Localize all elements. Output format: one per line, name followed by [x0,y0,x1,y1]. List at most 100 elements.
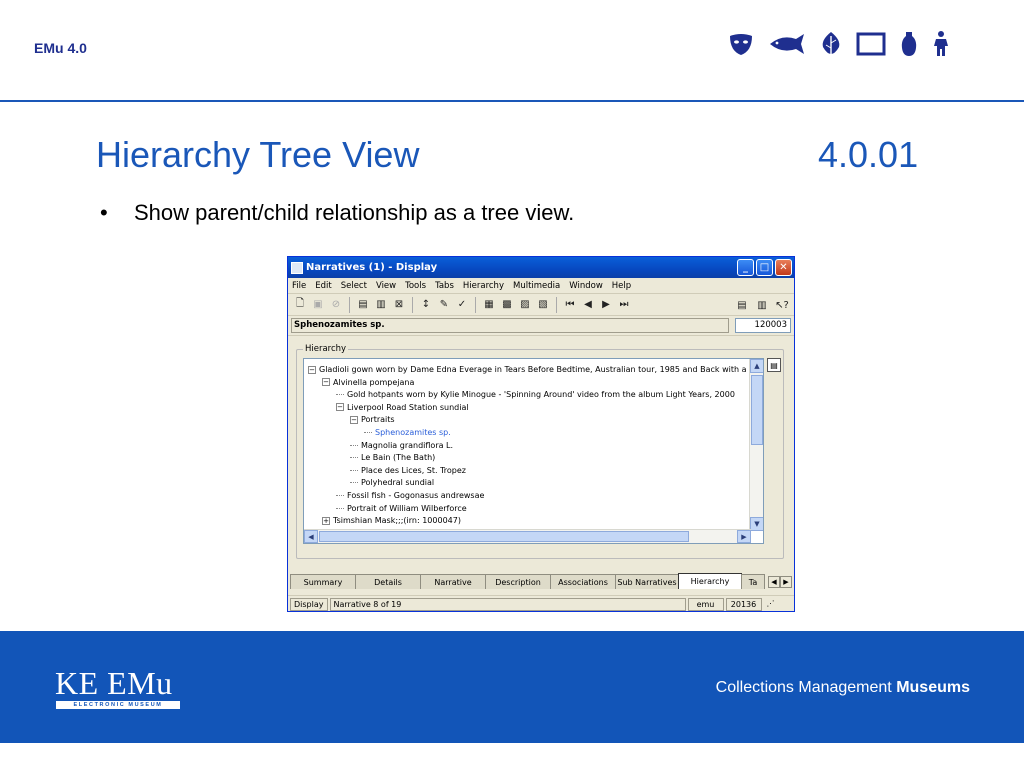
tree-connector [350,469,358,471]
bullet-point: • Show parent/child relationship as a tr… [100,200,574,226]
expand-icon[interactable]: + [322,516,330,525]
horizontal-scroll-thumb[interactable] [319,531,689,542]
status-position: Narrative 8 of 19 [329,597,686,611]
tree-node[interactable]: Fossil fish - Gogonasus andrewsae [336,489,484,502]
menu-help[interactable]: Help [612,281,631,291]
sort-icon[interactable]: ↕ [418,297,434,313]
scroll-right-icon[interactable]: ▶ [737,530,751,543]
tab-description[interactable]: Description [485,574,551,589]
hierarchy-group-label: Hierarchy [303,344,349,354]
list-view-icon[interactable]: ▩ [499,297,515,313]
header-rule [0,100,1024,102]
tree-node-label: Fossil fish - Gogonasus andrewsae [347,491,485,500]
edit-icon[interactable]: ✎ [436,297,452,313]
tab-scroll-left-icon[interactable]: ◀ [768,576,780,588]
logo-subtitle: ELECTRONIC MUSEUM [56,701,180,709]
collapse-icon[interactable]: − [308,365,316,374]
tree-node[interactable]: Sphenozamites sp. [364,426,451,439]
tab-summary[interactable]: Summary [290,574,356,589]
scroll-up-icon[interactable]: ▲ [750,359,763,373]
page-view-icon[interactable]: ▨ [517,297,533,313]
menu-tools[interactable]: Tools [405,281,426,291]
menu-tabs[interactable]: Tabs [435,281,454,291]
window-titlebar[interactable]: Narratives (1) - Display _ □ ✕ [288,257,794,278]
toolbar-separator [412,296,413,313]
vertical-scroll-thumb[interactable] [751,375,763,445]
close-button[interactable]: ✕ [775,259,792,276]
first-record-icon[interactable]: ⏮ [562,297,578,313]
tree-node[interactable]: Place des Lices, St. Tropez [350,464,466,477]
menu-multimedia[interactable]: Multimedia [513,281,560,291]
cancel-icon[interactable]: ⊘ [328,297,344,313]
maximize-button[interactable]: □ [756,259,773,276]
scroll-left-icon[interactable]: ◀ [304,530,318,543]
toolbar: 🗋 ▣ ⊘ ▤ ▥ ⊠ ↕ ✎ ✓ ▦ ▩ ▨ ▧ ⏮ ◀ ▶ ⏭ ▤ ▥ ↖? [288,294,794,316]
tab-narrative[interactable]: Narrative [420,574,486,589]
next-record-icon[interactable]: ▶ [598,297,614,313]
status-number: 20136 [725,597,762,611]
tab-associations[interactable]: Associations [550,574,616,589]
tree-node[interactable]: Le Bain (The Bath) [350,451,435,464]
new-record-icon[interactable]: 🗋 [292,297,308,313]
tab-hierarchy[interactable]: Hierarchy [678,573,742,589]
tree-node[interactable]: Magnolia grandiflora L. [350,439,453,452]
tree-node[interactable]: − Alvinella pompejana [322,376,414,389]
menu-view[interactable]: View [376,281,396,291]
toolbar-separator [556,296,557,313]
resize-grip-icon[interactable]: ⋰ [764,598,778,611]
menu-file[interactable]: File [292,281,306,291]
attach-record-icon[interactable]: ▤ [767,358,781,372]
menu-select[interactable]: Select [341,281,367,291]
tab-truncated[interactable]: Ta [741,574,765,589]
menu-hierarchy[interactable]: Hierarchy [463,281,504,291]
figure-icon [934,31,948,56]
tagline-bold: Museums [896,679,970,696]
previous-record-icon[interactable]: ◀ [580,297,596,313]
menu-edit[interactable]: Edit [315,281,331,291]
toolbar-separator [475,296,476,313]
tree-node-label: Polyhedral sundial [361,478,435,488]
report-icon[interactable]: ▥ [754,297,770,313]
tree-node[interactable]: − Gladioli gown worn by Dame Edna Everage… [308,363,763,376]
collapse-icon[interactable]: − [322,378,330,387]
tree-node[interactable]: − Portraits [350,413,395,426]
status-user: emu [687,597,724,611]
help-pointer-icon[interactable]: ↖? [774,297,790,313]
menu-window[interactable]: Window [569,281,603,291]
tab-scroll-right-icon[interactable]: ▶ [780,576,792,588]
scroll-down-icon[interactable]: ▼ [750,517,763,531]
tree-node-label: Portraits [361,415,395,425]
slide-title: Hierarchy Tree View [96,134,420,175]
delete-record-icon[interactable]: ⊠ [391,297,407,313]
tree-node[interactable]: Portrait of William Wilberforce [336,502,467,515]
tree-node-label: Place des Lices, St. Tropez [361,465,466,475]
details-view-icon[interactable]: ▦ [481,297,497,313]
minimize-button[interactable]: _ [737,259,754,276]
tree-vertical-scrollbar[interactable]: ▲ ▼ [749,359,763,531]
paste-record-icon[interactable]: ▥ [373,297,389,313]
narratives-window: Narratives (1) - Display _ □ ✕ File Edit… [287,256,795,612]
window-title: Narratives (1) - Display [306,262,438,273]
copy-record-icon[interactable]: ▤ [355,297,371,313]
spellcheck-icon[interactable]: ✓ [454,297,470,313]
tree-connector [336,507,344,509]
tree-node[interactable]: Gold hotpants worn by Kylie Minogue - 'S… [336,388,735,401]
save-icon[interactable]: ▣ [310,297,326,313]
ke-emu-logo: KE EMu [55,665,173,701]
collapse-icon[interactable]: − [336,403,344,412]
tree-connector [350,444,358,446]
attach-icon[interactable]: ▤ [734,297,750,313]
summary-view-icon[interactable]: ▧ [535,297,551,313]
tree-node[interactable]: − Liverpool Road Station sundial [336,401,469,414]
tree-node[interactable]: + Tsimshian Mask;;;(irn: 1000047) [322,514,461,527]
hierarchy-tree[interactable]: Futurist Composition+Tsimshian Mask;;;(i… [303,358,764,544]
slide-header-label: EMu 4.0 [34,40,87,56]
tree-horizontal-scrollbar[interactable]: ◀ ▶ [304,529,751,543]
footer-band: KE EMu ELECTRONIC MUSEUM Collections Man… [0,631,1024,743]
tab-details[interactable]: Details [355,574,421,589]
collapse-icon[interactable]: − [350,415,358,424]
tree-node[interactable]: Polyhedral sundial [350,476,434,489]
tree-connector [364,432,372,433]
last-record-icon[interactable]: ⏭ [616,297,632,313]
tab-sub-narratives[interactable]: Sub Narratives [615,574,679,589]
